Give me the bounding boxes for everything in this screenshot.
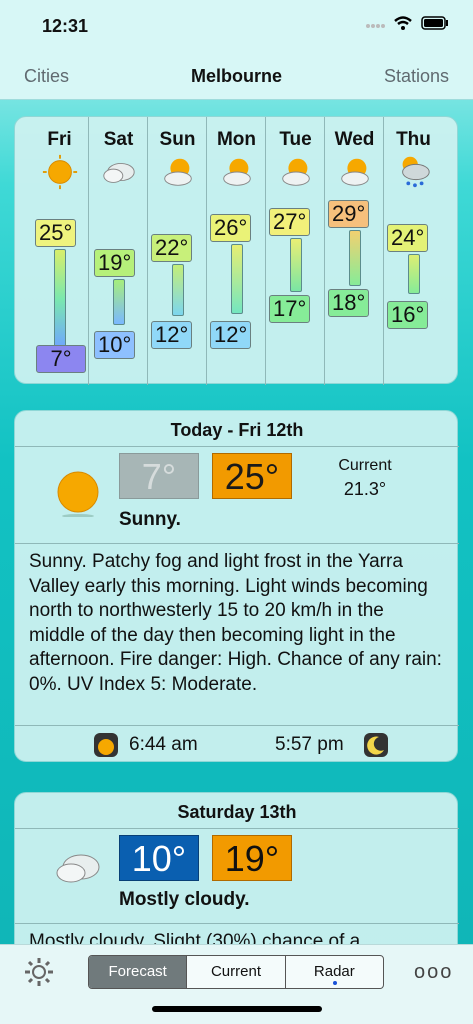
day-column-sun[interactable]: Sun 22° 12° <box>148 117 207 385</box>
high-temp: 22° <box>151 234 193 262</box>
day-column-wed[interactable]: Wed 29° 18° <box>325 117 384 385</box>
day-column-mon[interactable]: Mon 26° 12° <box>207 117 266 385</box>
high-temp: 19° <box>212 835 292 881</box>
sunny-icon <box>57 471 99 517</box>
forecast-summary: Sunny. <box>119 509 181 530</box>
rain-icon <box>402 156 430 188</box>
day-name: Sat <box>103 129 134 150</box>
high-temp: 24° <box>387 224 429 252</box>
partly-cloudy-icon <box>341 158 369 186</box>
temp-range-bar <box>172 264 184 316</box>
low-temp: 17° <box>269 295 311 323</box>
sunset-time: 5:57 pm <box>275 734 344 755</box>
partly-cloudy-icon <box>223 158 251 186</box>
low-temp: 16° <box>387 301 429 329</box>
week-forecast-panel[interactable]: Fri 25° 7° Sat 19° 10° Sun 22° 12° Mon 2… <box>14 116 458 385</box>
low-temp: 18° <box>328 289 370 317</box>
temp-range-bar <box>408 254 420 294</box>
status-bar: 12:31 <box>0 0 473 52</box>
partly-cloudy-icon <box>164 158 192 186</box>
low-temp: 7° <box>119 453 199 499</box>
day-name: Thu <box>396 129 431 150</box>
day-name: Sun <box>159 129 196 150</box>
partly-cloudy-icon <box>282 158 310 186</box>
high-temp: 29° <box>328 200 370 228</box>
high-temp: 27° <box>269 208 311 236</box>
day-column-tue[interactable]: Tue 27° 17° <box>266 117 325 385</box>
view-segmented-control[interactable]: Forecast Current Radar <box>88 955 384 989</box>
low-temp: 12° <box>151 321 193 349</box>
day-name: Wed <box>334 129 375 150</box>
radar-indicator-dot <box>332 981 337 985</box>
navigation-bar: Cities Melbourne Stations <box>0 52 473 100</box>
signal-icon <box>366 24 385 28</box>
gear-icon[interactable] <box>22 955 56 989</box>
forecast-description: Sunny. Patchy fog and light frost in the… <box>15 543 459 697</box>
battery-icon <box>421 16 448 30</box>
wifi-icon <box>394 16 412 30</box>
temp-range-bar <box>113 279 125 325</box>
stations-button[interactable]: Stations <box>384 66 449 87</box>
temp-range-bar <box>54 249 66 349</box>
current-label: Current <box>338 457 392 474</box>
temp-range-bar <box>231 244 243 314</box>
high-temp: 25° <box>212 453 292 499</box>
home-indicator <box>152 1006 322 1012</box>
saturday-forecast-card[interactable]: Saturday 13th 10° 19° Mostly cloudy. Mos… <box>14 792 459 962</box>
high-temp: 19° <box>94 249 136 277</box>
moon-icon <box>364 733 388 757</box>
current-temp: 21.3° <box>343 479 387 499</box>
tab-current[interactable]: Current <box>187 956 286 988</box>
high-temp: 26° <box>210 214 252 242</box>
temp-range-bar <box>290 238 302 292</box>
status-time: 12:31 <box>42 16 89 36</box>
day-name: Mon <box>216 129 257 150</box>
low-temp: 10° <box>94 331 136 359</box>
day-column-sat[interactable]: Sat 19° 10° <box>89 117 148 385</box>
tab-radar-label: Radar <box>313 963 355 980</box>
sunny-icon <box>42 154 78 190</box>
day-column-fri[interactable]: Fri 25° 7° <box>30 117 89 385</box>
status-icons <box>365 16 449 30</box>
card-heading: Saturday 13th <box>15 793 459 829</box>
low-temp: 10° <box>119 835 199 881</box>
forecast-summary: Mostly cloudy. <box>119 889 250 910</box>
low-temp: 7° <box>36 345 86 373</box>
temp-range-bar <box>349 230 361 286</box>
card-heading: Today - Fri 12th <box>15 411 459 447</box>
day-name: Fri <box>47 129 72 150</box>
low-temp: 12° <box>210 321 252 349</box>
day-column-thu[interactable]: Thu 24° 16° <box>384 117 443 385</box>
sunrise-time: 6:44 am <box>129 734 198 755</box>
day-name: Tue <box>279 129 312 150</box>
high-temp: 25° <box>35 219 77 247</box>
cloudy-icon <box>56 854 100 883</box>
sun-times-row: 6:44 am 5:57 pm <box>15 725 459 763</box>
tab-radar[interactable]: Radar <box>286 956 383 988</box>
today-forecast-card[interactable]: Today - Fri 12th 7° 25° Current 21.3° Su… <box>14 410 459 763</box>
sunrise-icon <box>94 733 118 757</box>
bottom-toolbar: Forecast Current Radar ooo <box>0 944 473 1024</box>
more-button[interactable]: ooo <box>414 961 453 984</box>
tab-forecast[interactable]: Forecast <box>89 956 188 988</box>
cloudy-icon <box>103 162 135 183</box>
